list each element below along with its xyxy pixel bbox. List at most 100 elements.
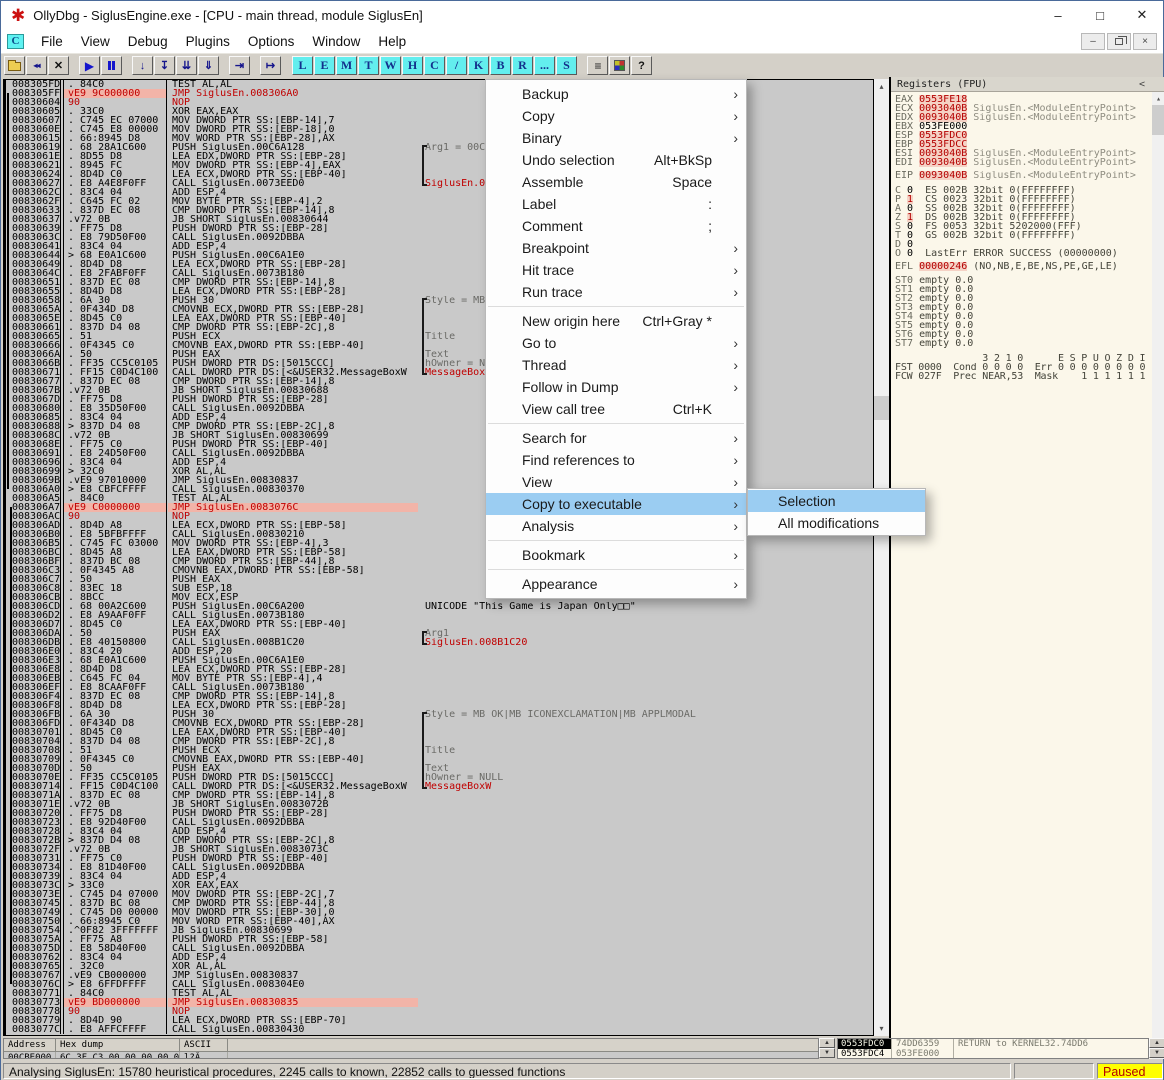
maximize-icon[interactable]: □ (1079, 1, 1121, 29)
menubar-item-debug[interactable]: Debug (119, 31, 177, 52)
submenu-item-selection[interactable]: Selection (748, 490, 925, 512)
disasm-row[interactable]: 00830731. FF75 C0PUSH DWORD PTR SS:[EBP-… (6, 854, 873, 863)
disasm-row[interactable]: 008306F4. 837D EC 08CMP DWORD PTR SS:[EB… (6, 692, 873, 701)
close-program-button[interactable]: ✕ (48, 56, 69, 75)
disasm-row[interactable]: 008306F8. 8D4D D8LEA ECX,DWORD PTR SS:[E… (6, 701, 873, 710)
flag-row[interactable]: P 1 CS 0023 32bit 0(FFFFFFFF) (895, 195, 1164, 204)
flag-row[interactable]: A 0 SS 002B 32bit 0(FFFFFFFF) (895, 204, 1164, 213)
menu-item-backup[interactable]: Backup› (486, 83, 746, 105)
menu-item-copy[interactable]: Copy› (486, 105, 746, 127)
disasm-row[interactable]: 00830745. 837D BC 08CMP DWORD PTR SS:[EB… (6, 899, 873, 908)
help-button[interactable]: ? (631, 56, 652, 75)
view-run-trace-button[interactable]: ... (534, 56, 555, 75)
flag-row[interactable]: O 0 LastErr ERROR_SUCCESS (00000000) (895, 249, 1164, 258)
menu-item-label[interactable]: Label: (486, 193, 746, 215)
disasm-row[interactable]: 00830762. 83C4 04ADD ESP,4 (6, 953, 873, 962)
view-handles-button[interactable]: H (402, 56, 423, 75)
restart-button[interactable]: ◂◂ (26, 56, 47, 75)
disasm-row[interactable]: 00830767.vE9 CB000000JMP SiglusEn.008308… (6, 971, 873, 980)
menu-item-run-trace[interactable]: Run trace› (486, 281, 746, 303)
disasm-row[interactable]: 0083073C> 33C0XOR EAX,EAX (6, 881, 873, 890)
dump-ascii-header[interactable]: ASCII (180, 1039, 228, 1051)
stack-scrollbar[interactable]: ▲ ▼ (1149, 1038, 1164, 1058)
view-windows-button[interactable]: W (380, 56, 401, 75)
menubar-item-options[interactable]: Options (239, 31, 304, 52)
go-to-address-button[interactable]: ↦ (260, 56, 281, 75)
disasm-row[interactable]: 0083075D. E8 58D40F00CALL SiglusEn.0092D… (6, 944, 873, 953)
scrollbar-thumb[interactable] (1152, 105, 1164, 135)
menu-item-go-to[interactable]: Go to› (486, 332, 746, 354)
view-source-button[interactable]: S (556, 56, 577, 75)
flag-row[interactable]: T 0 GS 002B 32bit 0(FFFFFFFF) (895, 231, 1164, 240)
disasm-row[interactable]: 00830773vE9 BD000000JMP SiglusEn.0083083… (6, 998, 873, 1007)
flag-row[interactable]: D 0 (895, 240, 1164, 249)
register-row[interactable]: ECX 0093040B SiglusEn.<ModuleEntryPoint> (895, 104, 1164, 113)
menubar-item-plugins[interactable]: Plugins (177, 31, 239, 52)
disasm-row[interactable]: 00830734. E8 81D40F00CALL SiglusEn.0092D… (6, 863, 873, 872)
flag-row[interactable]: S 0 FS 0053 32bit 5202000(FFF) (895, 222, 1164, 231)
mdi-restore-icon[interactable] (1107, 33, 1131, 50)
disasm-row[interactable]: 00830709. 0F4345 C0CMOVNB EAX,DWORD PTR … (6, 755, 873, 764)
disasm-row[interactable]: 00830754.^0F82 3FFFFFFFJB SiglusEn.00830… (6, 926, 873, 935)
disasm-row[interactable]: 008306E0. 83C4 20ADD ESP,20 (6, 647, 873, 656)
dump-data-row[interactable]: 00CBE000 6C 3F C3 00 00 00 00 00 l?Ã (4, 1052, 818, 1059)
execute-till-return-button[interactable]: ⇥ (229, 56, 250, 75)
submenu-item-all-modifications[interactable]: All modifications (748, 512, 925, 534)
menu-item-breakpoint[interactable]: Breakpoint› (486, 237, 746, 259)
view-call-stack-button[interactable]: K (468, 56, 489, 75)
disasm-row[interactable]: 008306EB. C645 FC 04MOV BYTE PTR SS:[EBP… (6, 674, 873, 683)
disasm-row[interactable]: 008306CD. 68 00A2C600PUSH SiglusEn.00C6A… (6, 602, 873, 611)
disasm-row[interactable]: 008306EF. E8 8CAAF0FFCALL SiglusEn.0073B… (6, 683, 873, 692)
pause-button[interactable] (101, 56, 122, 75)
fpu-register-row[interactable]: ST1 empty 0.0 (895, 285, 1164, 294)
menu-item-view[interactable]: View› (486, 471, 746, 493)
disasm-row[interactable]: 0083077C. E8 AFFCFFFFCALL SiglusEn.00830… (6, 1025, 873, 1034)
menu-item-undo-selection[interactable]: Undo selectionAlt+BkSp (486, 149, 746, 171)
menubar-item-window[interactable]: Window (303, 31, 369, 52)
scroll-down-icon[interactable]: ▾ (874, 1021, 889, 1036)
debugging-options-button[interactable]: ≡ (587, 56, 608, 75)
menu-item-new-origin-here[interactable]: New origin hereCtrl+Gray * (486, 310, 746, 332)
menu-item-view-call-tree[interactable]: View call treeCtrl+K (486, 398, 746, 420)
menu-item-follow-in-dump[interactable]: Follow in Dump› (486, 376, 746, 398)
view-references-button[interactable]: R (512, 56, 533, 75)
animate-over-button[interactable]: ⇓ (198, 56, 219, 75)
animate-into-button[interactable]: ⇊ (176, 56, 197, 75)
disasm-row[interactable]: 00830749. C745 D0 00000MOV DWORD PTR SS:… (6, 908, 873, 917)
fpu-register-row[interactable]: ST2 empty 0.0 (895, 294, 1164, 303)
view-breakpoints-button[interactable]: B (490, 56, 511, 75)
register-row[interactable]: EAX 0553FE18 (895, 95, 1164, 104)
menu-item-hit-trace[interactable]: Hit trace› (486, 259, 746, 281)
view-patches-button[interactable]: / (446, 56, 467, 75)
disasm-row[interactable]: 00830771. 84C0TEST AL,AL (6, 989, 873, 998)
open-file-button[interactable] (4, 56, 25, 75)
view-log-button[interactable]: L (292, 56, 313, 75)
view-memory-button[interactable]: M (336, 56, 357, 75)
cpu-window-icon[interactable]: C (7, 34, 24, 49)
disasm-row[interactable]: 00830720. FF75 D8PUSH DWORD PTR SS:[EBP-… (6, 809, 873, 818)
disasm-row[interactable]: 00830765. 32C0XOR AL,AL (6, 962, 873, 971)
disasm-row[interactable]: 008306FB. 6A 30PUSH 30Style = MB_OK|MB_I… (6, 710, 873, 719)
stack-row[interactable]: 0553FDC0 74DD6359 RETURN to KERNEL32.74D… (838, 1039, 1148, 1049)
dump-hex-header[interactable]: Hex dump (56, 1039, 180, 1051)
dump-scrollbar[interactable]: ▲ ▼ (819, 1038, 835, 1058)
disasm-row[interactable]: 008306D2. E8 A9AAF0FFCALL SiglusEn.0073B… (6, 611, 873, 620)
mdi-close-icon[interactable]: × (1133, 33, 1157, 50)
minimize-icon[interactable]: – (1037, 1, 1079, 29)
register-row[interactable]: EBP 0553FDCC (895, 140, 1164, 149)
disassembly-scrollbar[interactable]: ▴ ▾ (874, 79, 889, 1036)
close-icon[interactable]: ✕ (1121, 1, 1163, 29)
scroll-up-icon[interactable]: ▴ (874, 79, 889, 94)
disasm-row[interactable]: 00830750. 66:8945 C0MOV WORD PTR SS:[EBP… (6, 917, 873, 926)
disasm-row[interactable]: 008306FD. 0F434D D8CMOVNB ECX,DWORD PTR … (6, 719, 873, 728)
disasm-row[interactable]: 008306E8. 8D4D D8LEA ECX,DWORD PTR SS:[E… (6, 665, 873, 674)
eflags-row[interactable]: EFL 00000246 (NO,NB,E,BE,NS,PE,GE,LE) (895, 262, 1164, 271)
scroll-up-icon[interactable]: ▲ (819, 1038, 835, 1048)
fpu-register-row[interactable]: ST7 empty 0.0 (895, 339, 1164, 348)
menu-item-assemble[interactable]: AssembleSpace (486, 171, 746, 193)
disasm-row[interactable]: 008306D7. 8D45 C0LEA EAX,DWORD PTR SS:[E… (6, 620, 873, 629)
scroll-down-icon[interactable]: ▼ (1149, 1048, 1164, 1058)
disasm-row[interactable]: 00830708. 51PUSH ECXTitle (6, 746, 873, 755)
scroll-down-icon[interactable]: ▼ (819, 1048, 835, 1058)
scroll-up-icon[interactable]: ▴ (1152, 92, 1164, 105)
